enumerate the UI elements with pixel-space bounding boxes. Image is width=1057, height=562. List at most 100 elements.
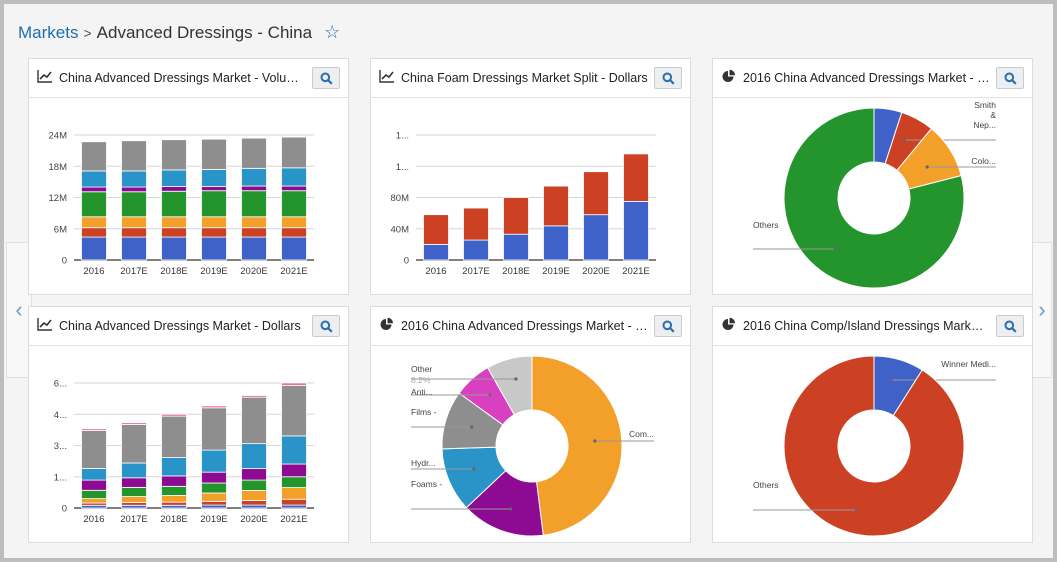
pie-slice[interactable] — [531, 355, 623, 536]
bar-segment-s1-2021E[interactable] — [623, 201, 649, 261]
breadcrumb-markets-link[interactable]: Markets — [18, 23, 78, 42]
search-button[interactable] — [996, 315, 1024, 337]
bar-segment-s3-2017E[interactable] — [121, 496, 147, 503]
bar-segment-s1-2020E[interactable] — [241, 504, 267, 509]
bar-segment-s5-2017E[interactable] — [121, 186, 147, 193]
bar-segment-s2-2020E[interactable] — [241, 500, 267, 506]
bar-segment-s4-2017E[interactable] — [121, 191, 147, 218]
bar-segment-s6-2018E[interactable] — [161, 457, 187, 477]
bar-segment-s4-2020E[interactable] — [241, 479, 267, 491]
bar-segment-s6-2016[interactable] — [81, 170, 107, 188]
bar-segment-s3-2018E[interactable] — [161, 216, 187, 229]
bar-segment-s5-2016[interactable] — [81, 479, 107, 491]
bar-segment-s2-2021E[interactable] — [623, 153, 649, 202]
bar-segment-s1-2021E[interactable] — [281, 236, 307, 261]
bar-segment-s2-2016[interactable] — [423, 214, 449, 245]
bar-segment-s5-2021E[interactable] — [281, 463, 307, 478]
bar-segment-s4-2020E[interactable] — [241, 190, 267, 218]
bar-segment-s7-2020E[interactable] — [241, 137, 267, 169]
bar-segment-s7-2017E[interactable] — [121, 140, 147, 172]
bar-segment-s7-2016[interactable] — [81, 141, 107, 172]
bar-segment-s4-2018E[interactable] — [161, 485, 187, 496]
bar-segment-s7-2020E[interactable] — [241, 396, 267, 445]
bar-segment-s3-2019E[interactable] — [201, 492, 227, 502]
bar-segment-s4-2021E[interactable] — [281, 190, 307, 218]
bar-segment-s1-2017E[interactable] — [463, 239, 489, 261]
bar-segment-s1-2016[interactable] — [81, 504, 107, 509]
bar-segment-s1-2018E[interactable] — [161, 236, 187, 261]
bar-segment-s8-2020E[interactable] — [241, 395, 267, 398]
bar-segment-s7-2017E[interactable] — [121, 424, 147, 464]
bar-segment-s1-2018E[interactable] — [503, 233, 529, 261]
bar-segment-s6-2020E[interactable] — [241, 167, 267, 187]
bar-segment-s7-2019E[interactable] — [201, 138, 227, 170]
bar-segment-s6-2019E[interactable] — [201, 449, 227, 473]
bar-segment-s2-2018E[interactable] — [161, 501, 187, 506]
bar-segment-s5-2020E[interactable] — [241, 468, 267, 481]
bar-segment-s5-2016[interactable] — [81, 186, 107, 193]
bar-segment-s1-2019E[interactable] — [543, 225, 569, 261]
next-page-button[interactable]: › — [1032, 242, 1052, 378]
bar-segment-s3-2020E[interactable] — [241, 490, 267, 501]
bar-segment-s4-2019E[interactable] — [201, 190, 227, 218]
bar-segment-s2-2021E[interactable] — [281, 227, 307, 238]
bar-segment-s4-2016[interactable] — [81, 191, 107, 218]
bar-segment-s6-2019E[interactable] — [201, 168, 227, 187]
bar-segment-s2-2018E[interactable] — [161, 227, 187, 238]
bar-segment-s1-2016[interactable] — [81, 236, 107, 261]
bar-segment-s5-2019E[interactable] — [201, 186, 227, 192]
search-button[interactable] — [654, 67, 682, 89]
star-icon[interactable]: ☆ — [324, 22, 340, 42]
bar-segment-s3-2019E[interactable] — [201, 216, 227, 229]
bar-segment-s1-2017E[interactable] — [121, 504, 147, 509]
bar-segment-s4-2018E[interactable] — [161, 190, 187, 218]
bar-segment-s4-2019E[interactable] — [201, 482, 227, 494]
bar-segment-s3-2021E[interactable] — [281, 216, 307, 229]
bar-segment-s2-2018E[interactable] — [503, 197, 529, 235]
bar-segment-s1-2020E[interactable] — [583, 214, 609, 261]
bar-segment-s6-2020E[interactable] — [241, 443, 267, 470]
bar-segment-s8-2019E[interactable] — [201, 405, 227, 409]
bar-segment-s8-2017E[interactable] — [121, 422, 147, 425]
bar-segment-s3-2018E[interactable] — [161, 495, 187, 503]
bar-segment-s5-2018E[interactable] — [161, 475, 187, 487]
bar-segment-s7-2021E[interactable] — [281, 384, 307, 437]
bar-segment-s2-2021E[interactable] — [281, 498, 307, 506]
bar-segment-s7-2021E[interactable] — [281, 136, 307, 169]
bar-segment-s8-2016[interactable] — [81, 428, 107, 431]
bar-segment-s1-2019E[interactable] — [201, 504, 227, 509]
bar-segment-s7-2019E[interactable] — [201, 407, 227, 451]
bar-segment-s3-2016[interactable] — [81, 498, 107, 504]
bar-segment-s5-2019E[interactable] — [201, 471, 227, 484]
bar-segment-s7-2016[interactable] — [81, 430, 107, 469]
bar-segment-s1-2016[interactable] — [423, 243, 449, 261]
bar-segment-s4-2017E[interactable] — [121, 486, 147, 497]
bar-segment-s2-2020E[interactable] — [583, 171, 609, 216]
bar-segment-s2-2017E[interactable] — [463, 207, 489, 241]
bar-segment-s2-2019E[interactable] — [543, 185, 569, 227]
pie-slice[interactable] — [783, 355, 965, 537]
bar-segment-s1-2017E[interactable] — [121, 236, 147, 261]
bar-segment-s2-2020E[interactable] — [241, 227, 267, 238]
bar-segment-s1-2018E[interactable] — [161, 504, 187, 509]
bar-segment-s2-2017E[interactable] — [121, 501, 147, 506]
bar-segment-s3-2021E[interactable] — [281, 487, 307, 500]
bar-segment-s7-2018E[interactable] — [161, 415, 187, 458]
bar-segment-s3-2020E[interactable] — [241, 216, 267, 229]
search-button[interactable] — [996, 67, 1024, 89]
search-button[interactable] — [654, 315, 682, 337]
bar-segment-s2-2016[interactable] — [81, 227, 107, 238]
bar-segment-s5-2020E[interactable] — [241, 185, 267, 192]
bar-segment-s1-2019E[interactable] — [201, 236, 227, 261]
search-button[interactable] — [312, 67, 340, 89]
bar-segment-s1-2021E[interactable] — [281, 504, 307, 509]
bar-segment-s6-2017E[interactable] — [121, 170, 147, 188]
bar-segment-s4-2016[interactable] — [81, 489, 107, 500]
bar-segment-s6-2018E[interactable] — [161, 169, 187, 187]
bar-segment-s6-2021E[interactable] — [281, 167, 307, 187]
bar-segment-s3-2017E[interactable] — [121, 216, 147, 229]
bar-segment-s5-2021E[interactable] — [281, 185, 307, 192]
bar-segment-s6-2016[interactable] — [81, 468, 107, 481]
bar-segment-s3-2016[interactable] — [81, 216, 107, 229]
bar-segment-s2-2019E[interactable] — [201, 227, 227, 238]
